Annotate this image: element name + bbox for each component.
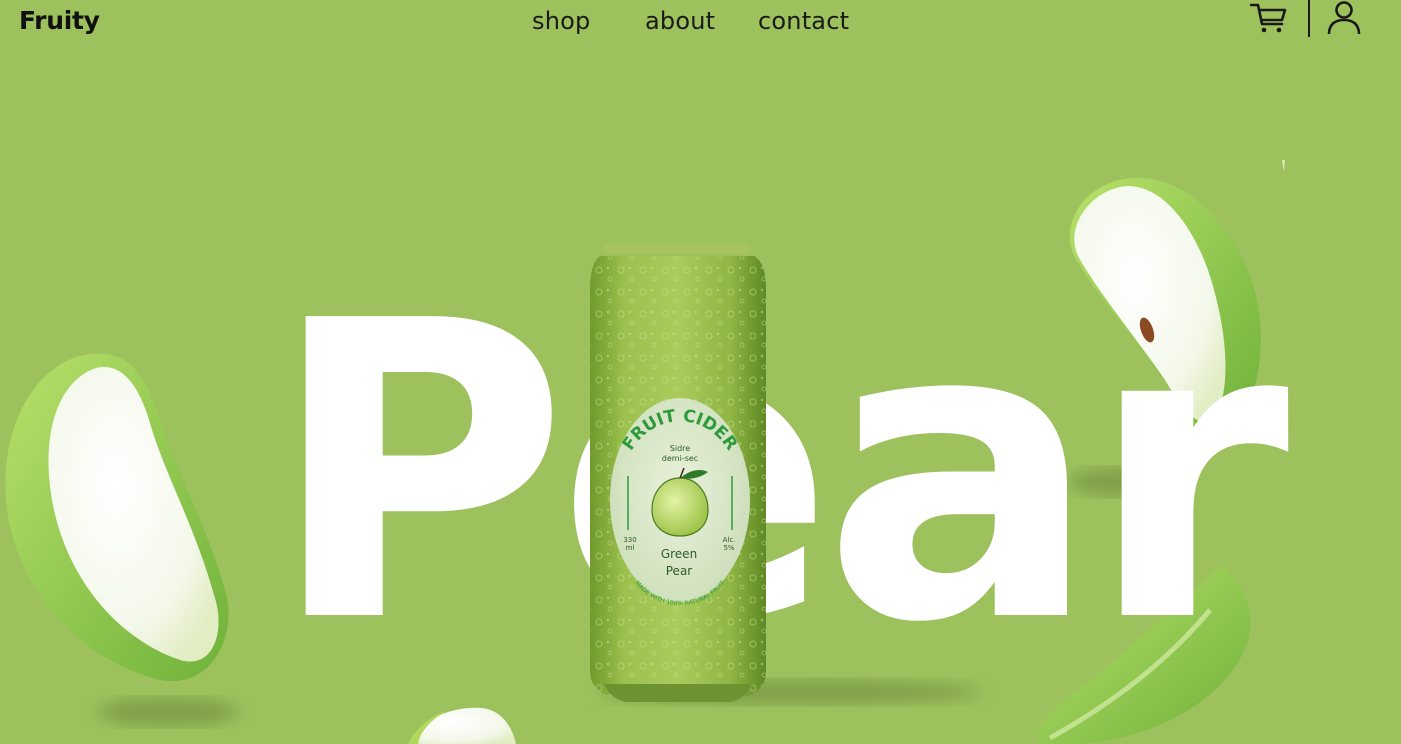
- can-alcohol-1: Alc.: [723, 536, 736, 544]
- can-flavor-1: Green: [661, 547, 697, 561]
- hero-section: Fruity shop about contact Pear FRUIT CID…: [0, 0, 1401, 744]
- cider-can: FRUIT CIDER Sidre demi-sec 330 ml Alc. 5…: [590, 244, 766, 702]
- can-alcohol-2: 5%: [723, 544, 734, 552]
- can-subtitle-2: demi-sec: [662, 454, 698, 463]
- can-flavor-2: Pear: [666, 564, 693, 578]
- can-subtitle-1: Sidre: [670, 444, 690, 453]
- can-volume-2: ml: [626, 544, 635, 552]
- can-volume-1: 330: [623, 536, 636, 544]
